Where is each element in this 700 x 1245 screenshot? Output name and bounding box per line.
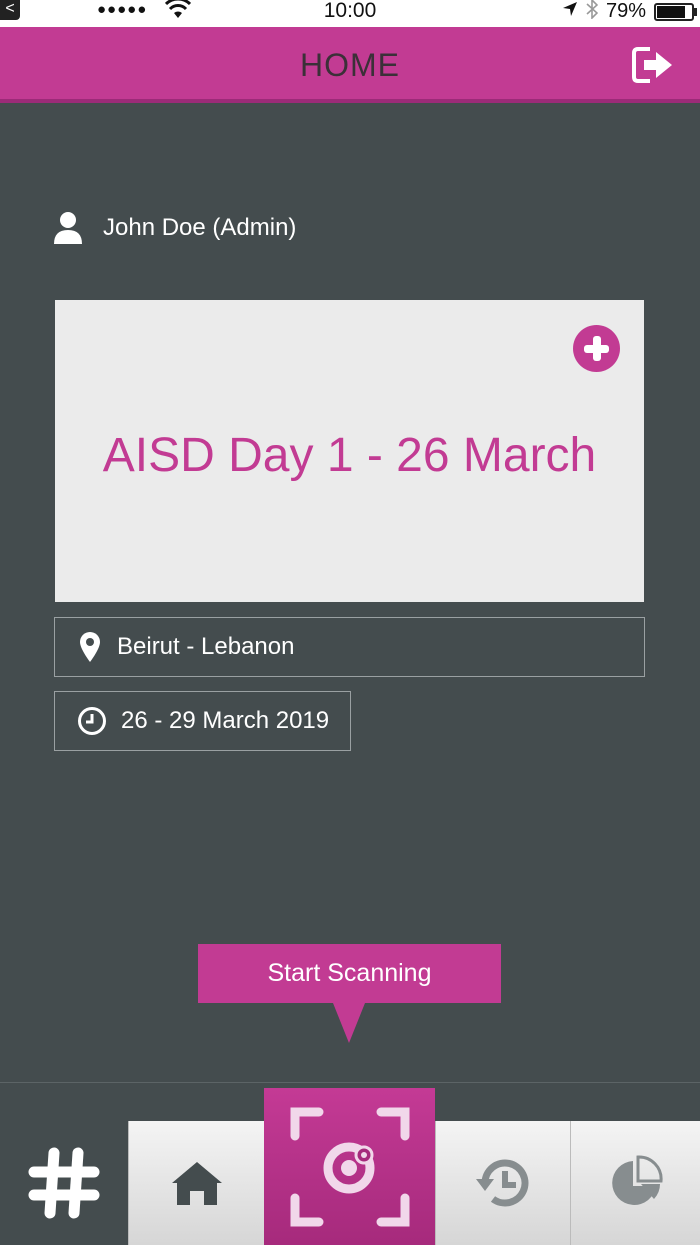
bluetooth-icon: [586, 0, 599, 24]
date-text: 26 - 29 March 2019: [121, 707, 330, 734]
user-info: John Doe (Admin): [53, 211, 296, 245]
tab-hashtag[interactable]: [0, 1121, 128, 1245]
tab-scan[interactable]: [264, 1088, 435, 1245]
location-text: Beirut - Lebanon: [117, 633, 295, 660]
tab-stats[interactable]: [570, 1121, 700, 1245]
battery-percent: 79%: [605, 0, 646, 22]
pie-chart-icon: [611, 1155, 663, 1205]
start-scanning-tooltip: Start Scanning: [198, 944, 501, 1043]
tab-home[interactable]: [128, 1121, 264, 1245]
battery-icon: [654, 2, 697, 21]
clock-icon: [78, 707, 106, 735]
tab-history[interactable]: [435, 1121, 570, 1245]
user-name: John Doe (Admin): [103, 214, 297, 241]
location-arrow-icon: [562, 0, 578, 23]
page-title: HOME: [300, 47, 400, 83]
tab-bar: [0, 1082, 700, 1245]
home-icon: [171, 1162, 222, 1205]
status-bar: < ●●●●● 10:00 79%: [0, 0, 700, 27]
event-title: AISD Day 1 - 26 March: [102, 429, 597, 482]
hashtag-icon: [28, 1147, 100, 1219]
user-icon: [54, 212, 82, 244]
scan-camera-icon: [290, 1107, 409, 1226]
logout-icon[interactable]: [630, 45, 676, 85]
map-pin-icon: [80, 632, 100, 662]
event-location: Beirut - Lebanon: [54, 617, 645, 677]
event-date: 26 - 29 March 2019: [54, 691, 351, 751]
history-icon: [476, 1159, 529, 1207]
event-card[interactable]: AISD Day 1 - 26 March: [55, 300, 644, 602]
header-bar: HOME: [0, 27, 700, 103]
plus-circle-icon[interactable]: [573, 325, 620, 372]
